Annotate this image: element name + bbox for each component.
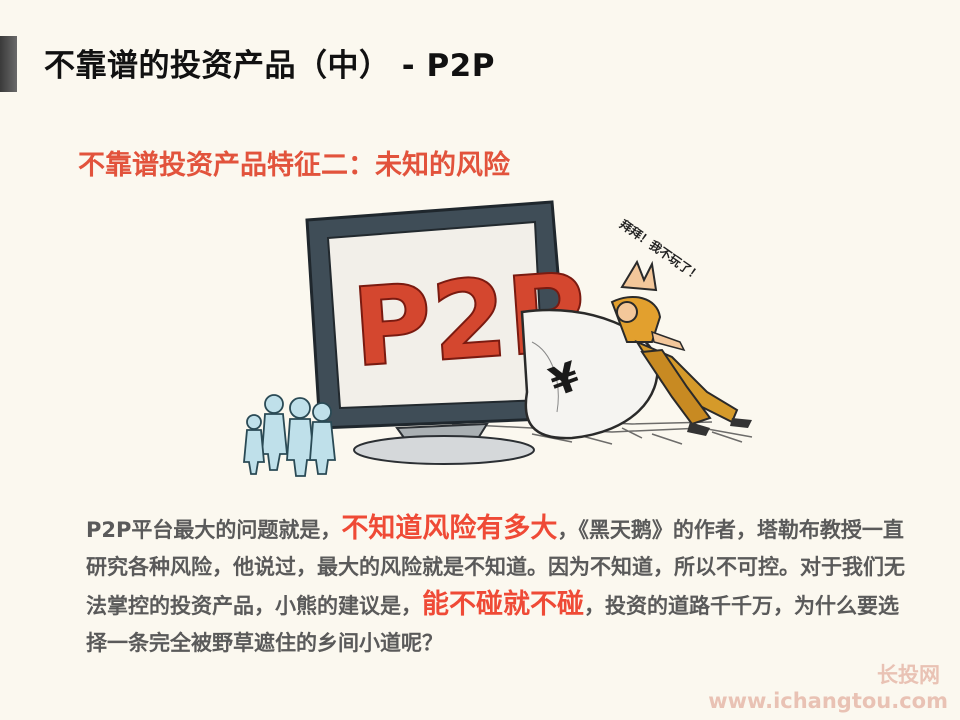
watermark: 长投网 www.ichangtou.com — [708, 662, 948, 714]
slide-subtitle: 不靠谱投资产品特征二：未知的风险 — [78, 150, 510, 181]
highlight-unknown-risk: 不知道风险有多大 — [341, 513, 558, 544]
watermark-url: www.ichangtou.com — [708, 689, 948, 713]
body-paragraph: P2P平台最大的问题就是，不知道风险有多大，《黑天鹅》的作者，塔勒布教授一直研究… — [86, 510, 906, 662]
p2p-cartoon-illustration: P2P ¥ 拜拜！我不玩了！ — [243, 200, 753, 477]
body-text-part-1: P2P平台最大的问题就是， — [86, 518, 342, 542]
highlight-avoid-advice: 能不碰就不碰 — [422, 589, 584, 620]
crowd-figures — [243, 394, 336, 477]
title-accent-bar — [0, 36, 17, 92]
watermark-brand: 长投网 — [877, 663, 940, 687]
slide-title: 不靠谱的投资产品（中） - P2P — [44, 48, 495, 84]
